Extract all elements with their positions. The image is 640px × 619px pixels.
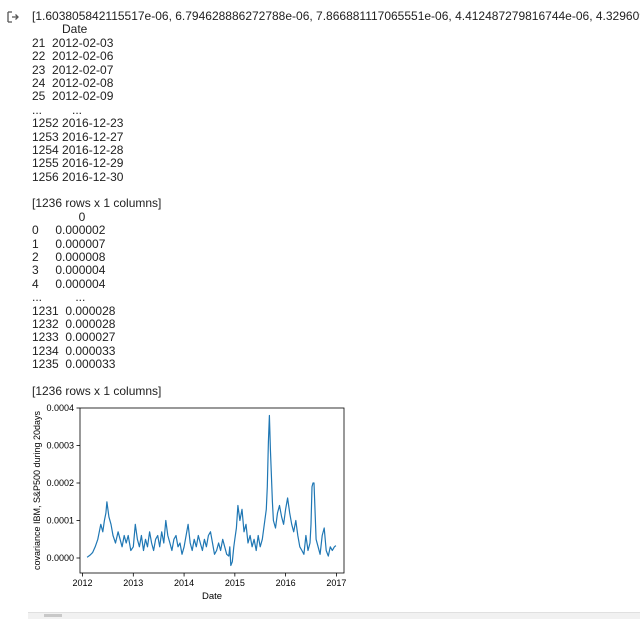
- x-tick-label: 2012: [73, 578, 93, 588]
- output-line: 0: [32, 209, 86, 224]
- output-line: 1232 0.000028: [32, 316, 116, 331]
- output-line: Date: [32, 22, 88, 37]
- cell-output: [1.603805842115517e-06, 6.79462888627278…: [32, 10, 640, 398]
- y-tick-label: 0.0001: [46, 516, 74, 526]
- scrollbar-thumb[interactable]: [44, 614, 62, 617]
- output-line: ... ...: [32, 102, 83, 117]
- output-line: 1 0.000007: [32, 236, 106, 251]
- output-line: 1254 2016-12-28: [32, 142, 124, 157]
- x-tick-label: 2016: [276, 578, 296, 588]
- output-line: [1236 rows x 1 columns]: [32, 383, 162, 398]
- output-line: 1253 2016-12-27: [32, 129, 124, 144]
- y-tick-label: 0.0000: [46, 553, 74, 563]
- covariance-line-chart: 2012 2013 2014 2015 2016 2017 0.0000 0.0001 0.00…: [32, 403, 346, 602]
- x-tick-label: 2013: [123, 578, 143, 588]
- x-tick-label: 2017: [326, 578, 346, 588]
- output-arrow-icon[interactable]: [6, 10, 20, 24]
- output-line: [1.603805842115517e-06, 6.79462888627278…: [32, 10, 640, 23]
- output-line: 1231 0.000028: [32, 303, 116, 318]
- output-line: 2 0.000008: [32, 250, 106, 265]
- output-line: 1256 2016-12-30: [32, 169, 124, 184]
- output-line: 24 2012-02-08: [32, 75, 114, 90]
- y-tick-label: 0.0003: [46, 441, 74, 451]
- x-axis-label: Date: [202, 591, 222, 602]
- output-line: 4 0.000004: [32, 276, 106, 291]
- x-tick-label: 2014: [174, 578, 194, 588]
- output-line: 1255 2016-12-29: [32, 156, 124, 171]
- output-line: 1252 2016-12-23: [32, 116, 124, 131]
- output-line: 0 0.000002: [32, 223, 106, 238]
- output-line: [1236 rows x 1 columns]: [32, 196, 162, 211]
- y-axis-label: covariance IBM, S&P500 during 20days: [32, 410, 42, 570]
- output-line: 23 2012-02-07: [32, 62, 114, 77]
- output-line: 1235 0.000033: [32, 357, 116, 372]
- x-tick-label: 2015: [225, 578, 245, 588]
- output-line: 1233 0.000027: [32, 330, 116, 345]
- y-tick-label: 0.0004: [46, 403, 74, 413]
- output-line: ... ...: [32, 290, 86, 305]
- y-tick-label: 0.0002: [46, 478, 74, 488]
- output-line: 3 0.000004: [32, 263, 106, 278]
- output-line: 21 2012-02-03: [32, 35, 114, 50]
- output-line: 1234 0.000033: [32, 343, 116, 358]
- output-line: 25 2012-02-09: [32, 89, 114, 104]
- output-line: 22 2012-02-06: [32, 49, 114, 64]
